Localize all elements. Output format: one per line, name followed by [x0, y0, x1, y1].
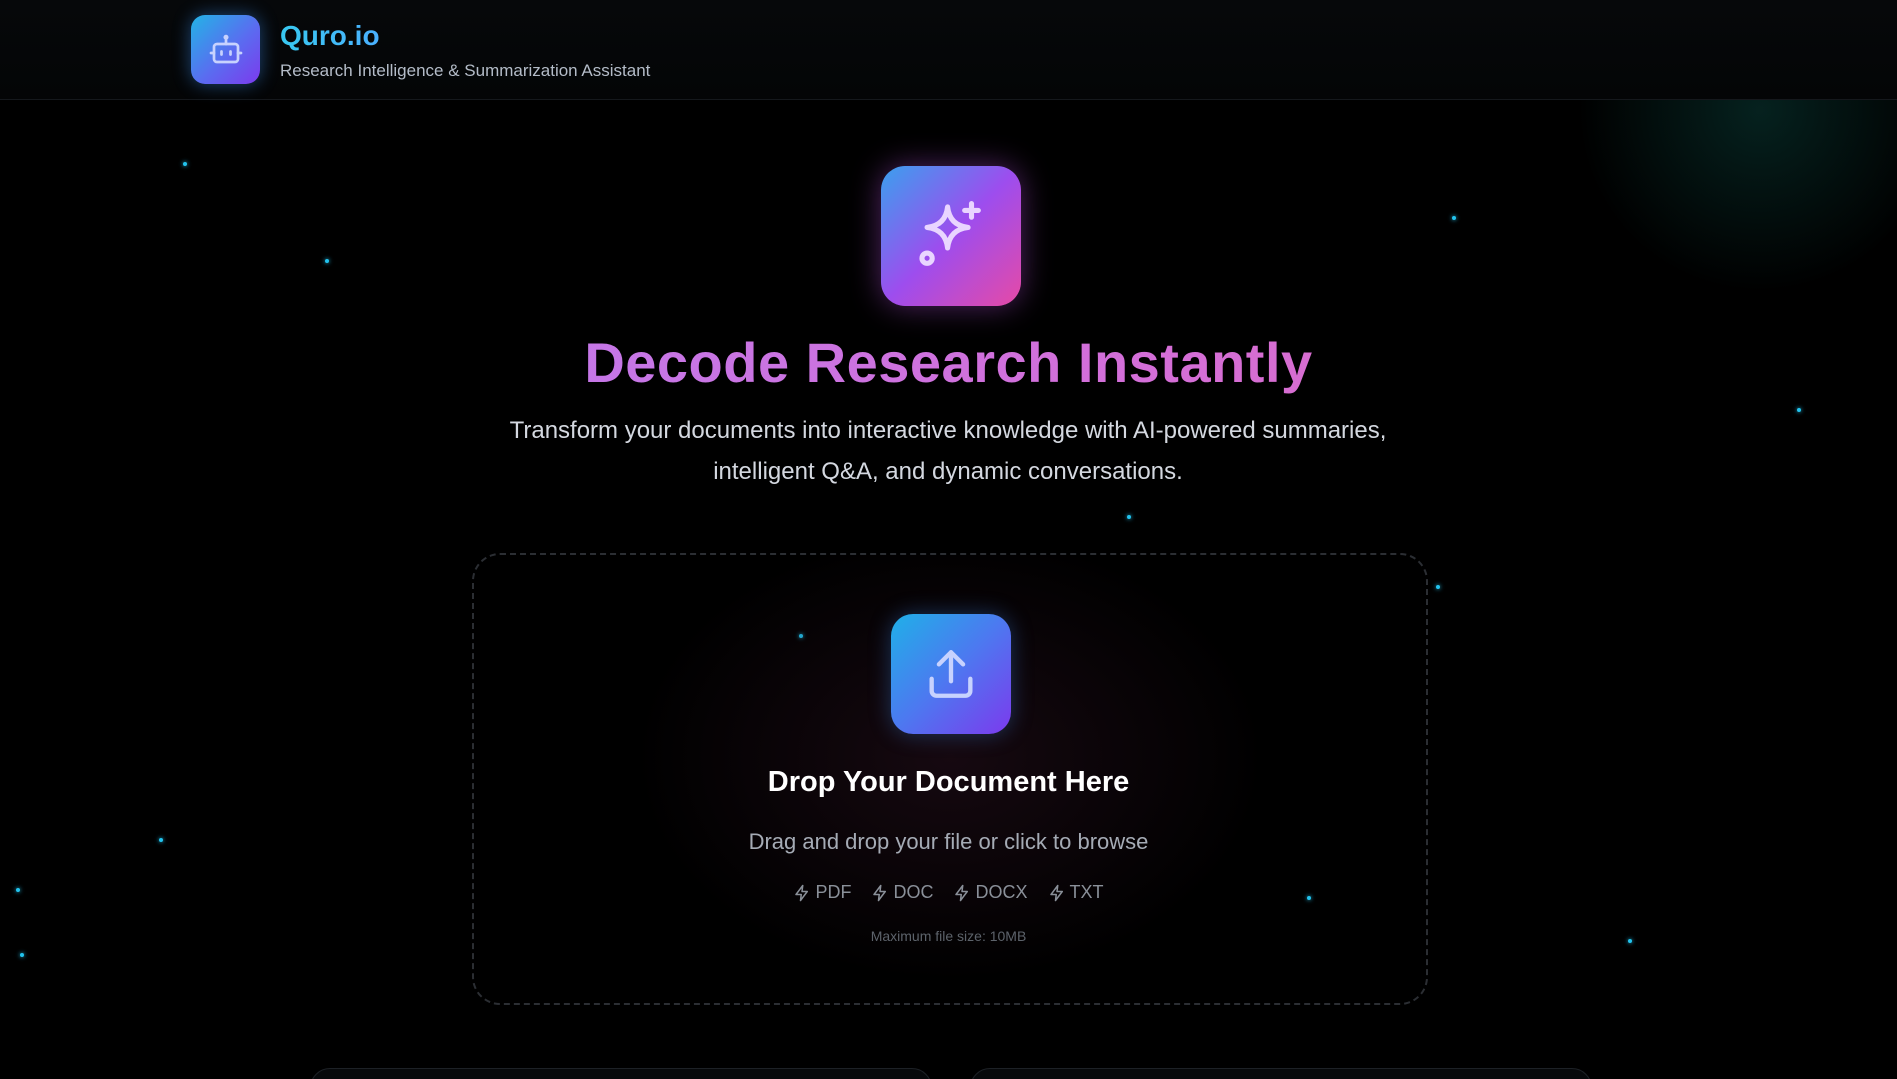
logo[interactable]	[191, 15, 260, 84]
feature-card	[310, 1068, 932, 1079]
particle-dot	[183, 162, 187, 166]
zap-icon	[873, 884, 887, 901]
app-page: Quro.io Research Intelligence & Summariz…	[0, 0, 1897, 1079]
hero-badge	[881, 166, 1021, 306]
particle-dot	[1127, 515, 1131, 519]
hero-subtitle: Transform your documents into interactiv…	[448, 410, 1448, 492]
brand-name[interactable]: Quro.io	[280, 20, 380, 52]
particle-dot	[325, 259, 329, 263]
feature-card	[970, 1068, 1592, 1079]
format-pdf: PDF	[793, 882, 851, 903]
format-label: DOC	[893, 882, 934, 902]
format-txt: TXT	[1048, 882, 1104, 903]
format-label: TXT	[1069, 882, 1104, 902]
particle-dot	[20, 953, 24, 957]
particle-dot	[1797, 408, 1801, 412]
dropzone-subtitle: Drag and drop your file or click to brow…	[748, 829, 1149, 854]
hero-subtitle-line: intelligent Q&A, and dynamic conversatio…	[713, 458, 1183, 485]
format-docx: DOCX	[953, 882, 1028, 903]
zap-icon	[795, 884, 809, 901]
upload-icon	[929, 650, 973, 698]
max-file-size-note: Maximum file size: 10MB	[870, 928, 1027, 944]
particle-dot	[1436, 585, 1440, 589]
brand-tagline: Research Intelligence & Summarization As…	[280, 61, 651, 80]
upload-button[interactable]	[891, 614, 1011, 734]
hero-subtitle-line: Transform your documents into interactiv…	[509, 417, 1387, 444]
robot-icon	[209, 34, 242, 63]
dropzone-title: Drop Your Document Here	[767, 766, 1130, 798]
zap-icon	[1049, 884, 1063, 901]
particle-dot	[1452, 216, 1456, 220]
format-label: PDF	[815, 882, 852, 902]
format-doc: DOC	[871, 882, 933, 903]
sparkles-icon	[919, 200, 981, 266]
format-label: DOCX	[975, 882, 1028, 902]
supported-formats: PDF DOC DOCX TXT	[0, 882, 1897, 903]
hero-title: Decode Research Instantly	[0, 330, 1897, 395]
zap-icon	[955, 884, 969, 901]
top-header: Quro.io Research Intelligence & Summariz…	[0, 0, 1897, 100]
